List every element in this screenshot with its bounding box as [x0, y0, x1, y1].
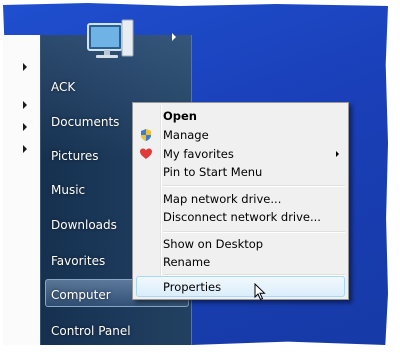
heart-icon [140, 148, 152, 159]
start-menu-item-pictures[interactable]: Pictures [51, 149, 99, 163]
start-menu-item-favorites[interactable]: Favorites [51, 254, 105, 268]
start-menu-item-music[interactable]: Music [51, 183, 85, 197]
context-item-open[interactable]: Open [163, 109, 197, 123]
context-item-my-favorites[interactable]: My favorites [163, 147, 234, 161]
shield-icon [141, 129, 151, 141]
computer-monitor-icon [87, 19, 134, 58]
chevron-right-icon [336, 151, 339, 157]
start-menu-item-computer[interactable]: Computer [51, 288, 111, 302]
context-item-show-on-desktop[interactable]: Show on Desktop [163, 237, 263, 251]
context-menu-gutter [160, 105, 162, 297]
context-item-disconnect-network-drive[interactable]: Disconnect network drive... [163, 210, 321, 224]
submenu-arrow-icon[interactable] [23, 101, 27, 109]
context-menu-separator [163, 274, 345, 276]
context-item-rename[interactable]: Rename [163, 255, 210, 269]
start-menu-item-downloads[interactable]: Downloads [51, 218, 117, 232]
context-item-map-network-drive[interactable]: Map network drive... [163, 192, 281, 206]
submenu-arrow-icon[interactable] [23, 63, 27, 71]
submenu-arrow-icon[interactable] [23, 145, 27, 153]
start-menu-item-ack[interactable]: ACK [51, 80, 75, 94]
mouse-pointer-icon [254, 283, 266, 301]
start-menu-programs-panel [3, 35, 41, 345]
submenu-arrow-icon[interactable] [23, 123, 27, 131]
context-menu: Open Manage My favorites Pin to Start Me… [132, 102, 349, 300]
context-item-properties[interactable]: Properties [163, 280, 221, 294]
context-menu-separator [163, 185, 345, 187]
start-menu-item-documents[interactable]: Documents [51, 115, 119, 129]
start-menu-item-control-panel[interactable]: Control Panel [51, 324, 131, 338]
control-panel-arrow-icon [172, 33, 176, 41]
context-menu-separator [163, 231, 345, 233]
context-item-pin-to-start[interactable]: Pin to Start Menu [163, 165, 262, 179]
screenshot-frame: ACK Documents Pictures Music Downloads F… [0, 0, 400, 353]
context-item-manage[interactable]: Manage [163, 128, 209, 142]
